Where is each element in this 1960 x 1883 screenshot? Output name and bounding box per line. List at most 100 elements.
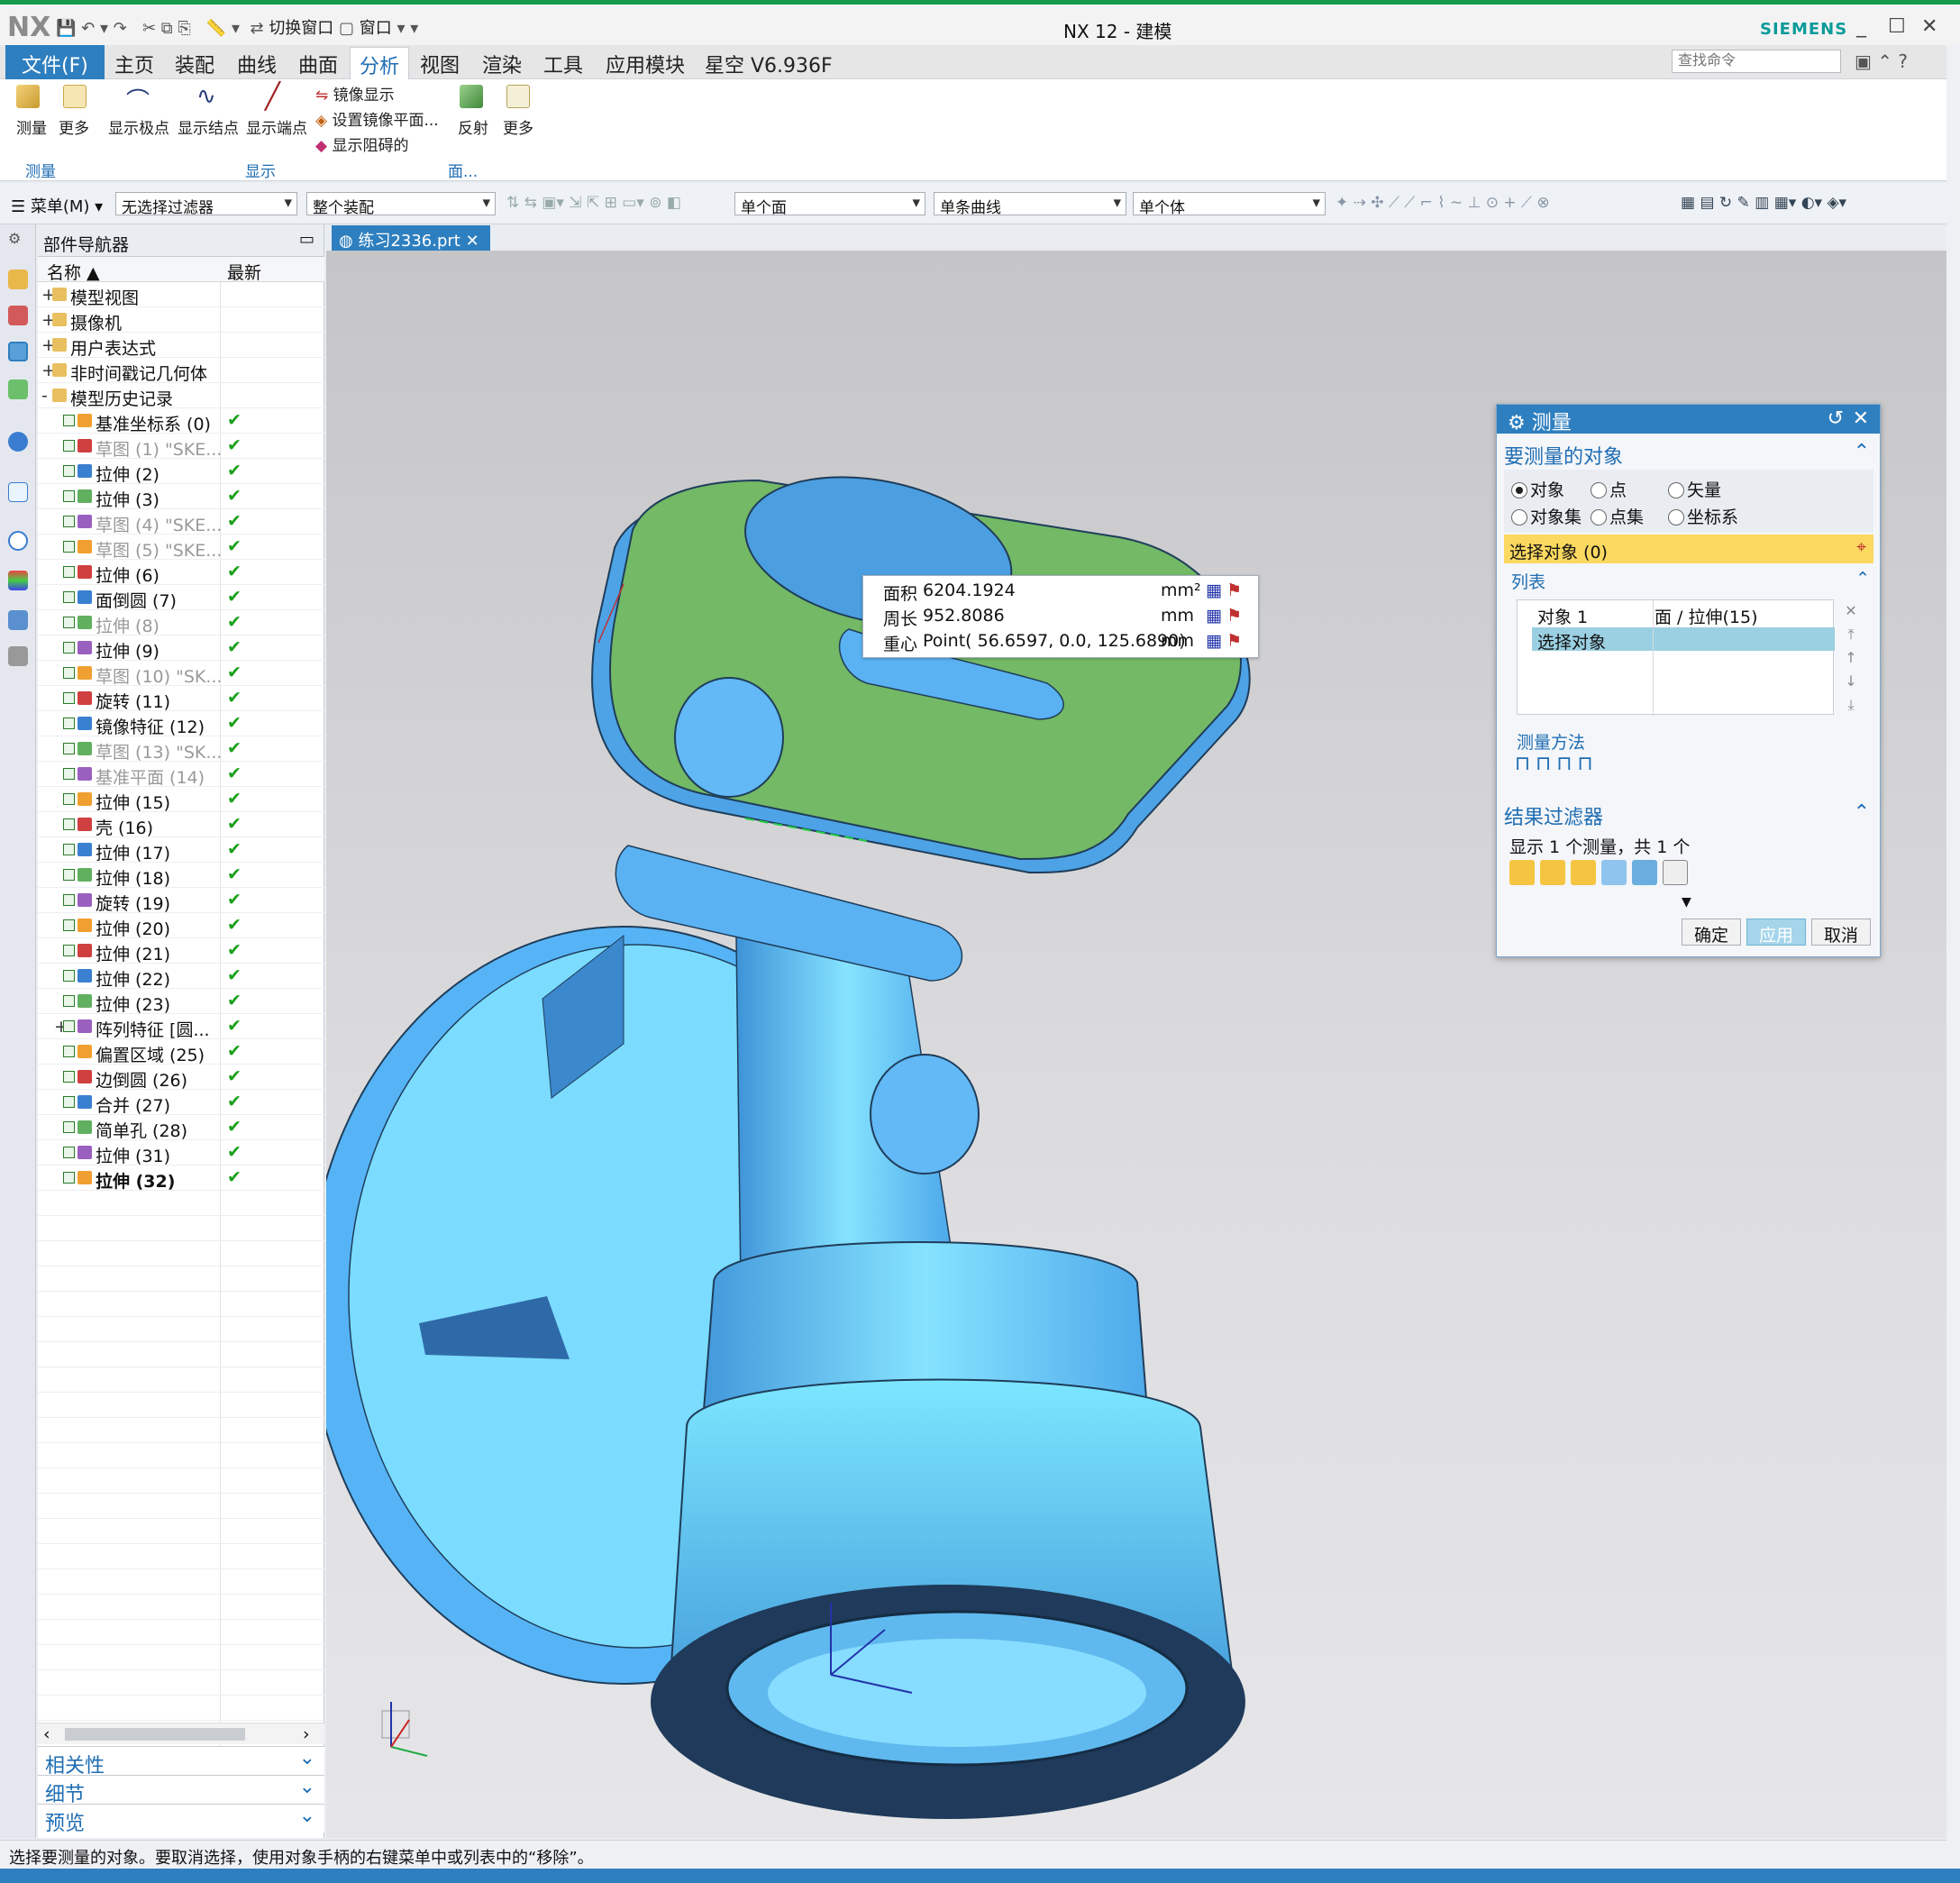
feature-checkbox[interactable] bbox=[63, 1121, 75, 1133]
feature-checkbox[interactable] bbox=[63, 440, 75, 452]
feature-checkbox[interactable] bbox=[63, 1071, 75, 1083]
feature-checkbox[interactable] bbox=[63, 617, 75, 628]
show-blocking-button[interactable]: ◆ 显示阻碍的 bbox=[315, 133, 408, 155]
column-name[interactable]: 名称 ▲ bbox=[47, 260, 100, 284]
view-icons[interactable]: ▦ ▤ ↻ ✎ ▥ ▦▾ ◐▾ ◈▾ bbox=[1681, 194, 1846, 212]
tree-node[interactable]: 草图 (1) "SKE... ✔ bbox=[38, 434, 324, 460]
feature-checkbox[interactable] bbox=[63, 793, 75, 805]
feature-checkbox[interactable] bbox=[63, 591, 75, 603]
radio-object-set[interactable]: 对象集 bbox=[1511, 504, 1582, 528]
feature-checkbox[interactable] bbox=[63, 1147, 75, 1158]
feature-checkbox[interactable] bbox=[63, 667, 75, 679]
tree-node[interactable]: 拉伸 (32) ✔ bbox=[38, 1165, 324, 1192]
radio-vector[interactable]: 矢量 bbox=[1668, 477, 1721, 501]
feature-checkbox[interactable] bbox=[63, 844, 75, 855]
minimize-icon[interactable]: _ bbox=[1856, 15, 1866, 38]
scroll-thumb[interactable] bbox=[65, 1728, 245, 1741]
mirror-display-button[interactable]: ⇋ 镜像显示 bbox=[315, 82, 395, 105]
horizontal-scrollbar[interactable]: ‹ › bbox=[38, 1723, 324, 1744]
list-row-selected[interactable]: 选择对象 bbox=[1532, 627, 1835, 653]
selection-scope-select[interactable]: 整个装配 bbox=[306, 192, 496, 215]
calculator-icon[interactable]: ▦ bbox=[1206, 606, 1222, 626]
show-endpoints-button[interactable]: 显示端点 bbox=[246, 115, 307, 138]
feature-checkbox[interactable] bbox=[63, 919, 75, 931]
clock-icon[interactable] bbox=[8, 531, 28, 551]
feature-checkbox[interactable] bbox=[63, 1096, 75, 1108]
feature-checkbox[interactable] bbox=[63, 718, 75, 729]
tree-node[interactable]: + 模型视图 bbox=[38, 282, 324, 308]
type-filter-select[interactable]: 无选择过滤器 bbox=[115, 192, 297, 215]
cancel-button[interactable]: 取消 bbox=[1811, 919, 1871, 946]
feature-checkbox[interactable] bbox=[63, 995, 75, 1007]
quick-access-toolbar[interactable]: 💾 ↶ ▾ ↷ ✂ ⧉ ⎘ 📏 ▾ ⇄ 切换窗口 ▢ 窗口 ▾ ▾ bbox=[56, 15, 418, 39]
tab-xingkong[interactable]: 星空 V6.936F bbox=[705, 50, 833, 78]
close-icon[interactable]: ✕ bbox=[1921, 15, 1937, 38]
expand-more-icon[interactable]: ▼ bbox=[1682, 895, 1691, 910]
crosshair-icon[interactable]: ⌖ bbox=[1856, 537, 1866, 557]
flag-icon[interactable]: ⚑ bbox=[1226, 606, 1242, 626]
tree-node[interactable]: 拉伸 (17) ✔ bbox=[38, 837, 324, 864]
tab-view[interactable]: 视图 bbox=[420, 50, 460, 78]
tab-render[interactable]: 渲染 bbox=[482, 50, 522, 78]
details-panel[interactable]: 细节 ⌄ bbox=[38, 1775, 324, 1806]
remove-icon[interactable]: ✕ bbox=[1837, 599, 1864, 623]
palette-icon[interactable] bbox=[8, 571, 28, 590]
tree-node[interactable]: + 阵列特征 [圆... ✔ bbox=[38, 1014, 324, 1040]
distance-filter-icon[interactable] bbox=[1509, 860, 1535, 885]
group-measure[interactable]: 测量 bbox=[25, 159, 56, 181]
volume-filter-icon[interactable] bbox=[1632, 860, 1658, 885]
tree-node[interactable]: 旋转 (19) ✔ bbox=[38, 888, 324, 914]
angle-filter-icon[interactable] bbox=[1540, 860, 1566, 885]
area-filter-icon[interactable] bbox=[1601, 860, 1627, 885]
feature-checkbox[interactable] bbox=[63, 566, 75, 578]
list-tools[interactable]: ✕ ⤒ ↑ ↓ ⤓ bbox=[1837, 599, 1864, 717]
list-section-header[interactable]: 列表 ⌃ bbox=[1504, 569, 1873, 593]
measure-result-popup[interactable]: 面积 6204.1924 mm² ▦ ⚑ 周长 952.8086 mm ▦ ⚑ … bbox=[862, 575, 1259, 658]
tree-node[interactable]: 基准坐标系 (0) ✔ bbox=[38, 408, 324, 434]
calculator-icon[interactable]: ▦ bbox=[1206, 631, 1222, 651]
tab-close-icon[interactable]: ✕ bbox=[466, 232, 479, 251]
filter-icons[interactable] bbox=[1509, 860, 1690, 887]
tree-node[interactable]: + 摄像机 bbox=[38, 307, 324, 334]
flag-icon[interactable]: ⚑ bbox=[1226, 631, 1242, 651]
part-file-tab[interactable]: ◍ 练习2336.prt ✕ bbox=[332, 225, 490, 251]
tree-node[interactable]: 草图 (13) "SK... ✔ bbox=[38, 736, 324, 763]
move-top-icon[interactable]: ⤒ bbox=[1837, 623, 1864, 646]
tree-node[interactable]: 旋转 (11) ✔ bbox=[38, 686, 324, 712]
feature-checkbox[interactable] bbox=[63, 818, 75, 830]
tree-node[interactable]: - 模型历史记录 bbox=[38, 383, 324, 409]
feature-checkbox[interactable] bbox=[63, 642, 75, 654]
tree-node[interactable]: 拉伸 (23) ✔ bbox=[38, 989, 324, 1015]
feature-checkbox[interactable] bbox=[63, 945, 75, 956]
tree-node[interactable]: + 非时间戳记几何体 bbox=[38, 358, 324, 384]
switch-window-button[interactable]: 切换窗口 bbox=[269, 19, 333, 38]
tree-node[interactable]: 拉伸 (9) ✔ bbox=[38, 635, 324, 662]
move-down-icon[interactable]: ↓ bbox=[1837, 670, 1864, 693]
ribbon-options-icon[interactable]: ▣ ⌃ ? bbox=[1855, 50, 1908, 72]
tree-node[interactable]: 草图 (5) "SKE... ✔ bbox=[38, 535, 324, 561]
snap-point-icons[interactable]: ✦ ⇢ ✣ ⟋ ⟋ ⌐ ⌇ ∼ ⊥ ⊙ + ⟋ ⊗ bbox=[1336, 194, 1550, 212]
tab-surface[interactable]: 曲面 bbox=[298, 50, 338, 78]
close-icon[interactable]: ✕ bbox=[1853, 407, 1869, 430]
scroll-left-icon[interactable]: ‹ bbox=[43, 1724, 50, 1744]
feature-checkbox[interactable] bbox=[63, 1046, 75, 1057]
tree-node[interactable]: 拉伸 (20) ✔ bbox=[38, 913, 324, 939]
radio-object[interactable]: 对象 bbox=[1511, 477, 1564, 501]
tree-node[interactable]: 拉伸 (3) ✔ bbox=[38, 484, 324, 510]
list-row[interactable]: 对象 1面 / 拉伸(15) bbox=[1518, 602, 1835, 627]
move-bottom-icon[interactable]: ⤓ bbox=[1837, 693, 1864, 717]
tree-node[interactable]: 拉伸 (2) ✔ bbox=[38, 459, 324, 485]
collapse-navigator-icon[interactable]: ▭ bbox=[299, 230, 315, 249]
window-menu[interactable]: 窗口 bbox=[360, 19, 392, 38]
tree-node[interactable]: 壳 (16) ✔ bbox=[38, 812, 324, 838]
feature-checkbox[interactable] bbox=[63, 894, 75, 906]
tree-node[interactable]: 拉伸 (21) ✔ bbox=[38, 938, 324, 964]
tree-node[interactable]: 基准平面 (14) ✔ bbox=[38, 762, 324, 788]
tree-node[interactable]: 边倒圆 (26) ✔ bbox=[38, 1065, 324, 1091]
radio-point-set[interactable]: 点集 bbox=[1591, 504, 1644, 528]
roles-icon[interactable] bbox=[8, 646, 28, 666]
settings-icon[interactable]: ⚙ bbox=[8, 230, 28, 250]
measure-list[interactable]: 对象 1面 / 拉伸(15) 选择对象 bbox=[1517, 599, 1835, 716]
web-browser-icon[interactable] bbox=[8, 432, 28, 452]
show-knots-button[interactable]: 显示结点 bbox=[178, 115, 239, 138]
